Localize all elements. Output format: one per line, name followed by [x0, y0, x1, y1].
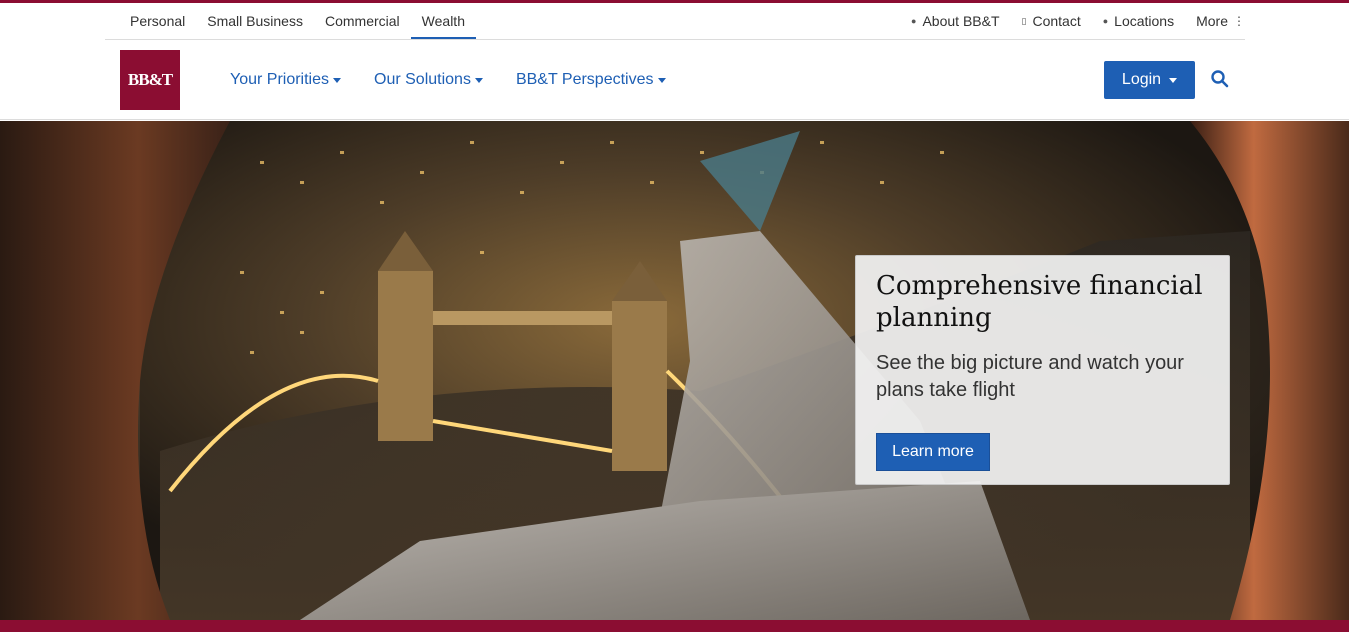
learn-more-button[interactable]: Learn more	[876, 433, 990, 471]
utility-links: ● About BB&T ▯ Contact ● Locations More …	[889, 3, 1245, 39]
utility-nav: Personal Small Business Commercial Wealt…	[105, 3, 1245, 40]
contact-link-label: Contact	[1032, 13, 1081, 29]
locations-link-label: Locations	[1114, 13, 1175, 29]
caret-down-icon	[333, 77, 342, 83]
login-button[interactable]: Login	[1104, 61, 1195, 99]
person-icon: ●	[911, 16, 917, 26]
map-pin-icon: ●	[1102, 16, 1109, 26]
primary-nav: Your Priorities Our Solutions BB&T Persp…	[230, 40, 699, 120]
segment-tab-small-business[interactable]: Small Business	[196, 3, 314, 39]
bbt-logo[interactable]: BB&T	[120, 50, 180, 110]
nav-bbt-perspectives[interactable]: BB&T Perspectives	[516, 71, 666, 89]
nav-bbt-perspectives-label: BB&T Perspectives	[515, 71, 654, 88]
more-link-label: More	[1196, 13, 1228, 29]
more-link[interactable]: More ⋮	[1196, 3, 1245, 39]
nav-our-solutions-label: Our Solutions	[374, 71, 471, 88]
segment-tabs: Personal Small Business Commercial Wealt…	[105, 3, 476, 39]
nav-your-priorities-label: Your Priorities	[230, 71, 330, 88]
about-link-label: About BB&T	[922, 13, 1000, 29]
promo-subtitle: See the big picture and watch your plans…	[876, 352, 1184, 401]
nav-our-solutions[interactable]: Our Solutions	[374, 71, 483, 89]
promo-title: Comprehensive financial planning	[876, 271, 1203, 333]
main-header: BB&T Your Priorities Our Solutions BB&T …	[0, 40, 1349, 120]
segment-tab-personal[interactable]: Personal	[105, 3, 196, 39]
caret-down-icon	[657, 77, 666, 83]
promo-card: Comprehensive financial planning See the…	[855, 255, 1230, 485]
locations-link[interactable]: ● Locations	[1103, 3, 1174, 39]
segment-tab-commercial[interactable]: Commercial	[314, 3, 411, 39]
contact-link[interactable]: ▯ Contact	[1022, 3, 1081, 39]
caret-down-icon	[474, 77, 483, 83]
brand-bottom-stripe	[0, 620, 1349, 632]
nav-your-priorities[interactable]: Your Priorities	[230, 71, 342, 89]
segment-tab-wealth[interactable]: Wealth	[410, 3, 476, 39]
search-icon[interactable]	[1210, 69, 1230, 89]
about-link[interactable]: ● About BB&T	[911, 3, 999, 39]
phone-icon: ▯	[1021, 16, 1027, 26]
vertical-dots-icon: ⋮	[1233, 14, 1245, 28]
caret-down-icon	[1169, 77, 1178, 83]
login-button-label: Login	[1121, 71, 1162, 88]
